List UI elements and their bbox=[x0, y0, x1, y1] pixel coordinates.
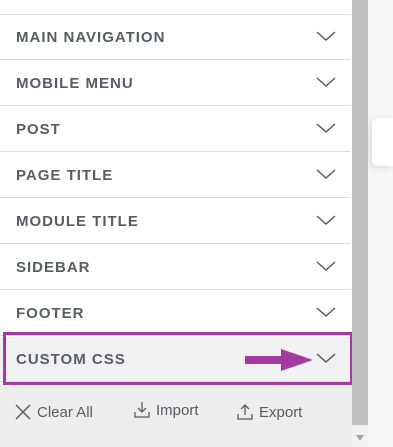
scrollbar-thumb[interactable] bbox=[352, 0, 368, 425]
chevron-down-icon bbox=[316, 215, 336, 226]
section-module-title[interactable]: MODULE TITLE bbox=[0, 199, 350, 244]
preview-card bbox=[372, 118, 393, 166]
clear-all-button[interactable]: Clear All bbox=[14, 403, 93, 421]
section-post[interactable]: POST bbox=[0, 107, 350, 152]
section-page-title[interactable]: PAGE TITLE bbox=[0, 153, 350, 198]
section-label: FOOTER bbox=[16, 305, 85, 322]
export-label: Export bbox=[259, 403, 303, 421]
chevron-down-icon bbox=[316, 31, 336, 42]
chevron-down-icon bbox=[316, 261, 336, 272]
chevron-down-icon bbox=[316, 123, 336, 134]
section-label: MOBILE MENU bbox=[16, 75, 134, 92]
section-label: SIDEBAR bbox=[16, 259, 91, 276]
export-button[interactable]: Export bbox=[236, 403, 302, 421]
download-icon bbox=[134, 402, 150, 418]
section-label: POST bbox=[16, 121, 61, 138]
import-button[interactable]: Import bbox=[133, 401, 199, 419]
preview-area bbox=[368, 0, 393, 447]
section-label: MODULE TITLE bbox=[16, 213, 139, 230]
scroll-down-icon[interactable] bbox=[352, 433, 368, 443]
scrollbar[interactable] bbox=[352, 0, 368, 447]
upload-icon bbox=[237, 404, 253, 420]
section-mobile-menu[interactable]: MOBILE MENU bbox=[0, 61, 350, 106]
import-label: Import bbox=[156, 401, 199, 419]
section-label: MAIN NAVIGATION bbox=[16, 29, 166, 46]
arrow-right-icon bbox=[245, 349, 313, 371]
section-footer[interactable]: FOOTER bbox=[0, 291, 350, 336]
footer-bar: Clear All Import Export bbox=[0, 385, 352, 447]
close-icon bbox=[15, 404, 31, 420]
customizer-panel: MAIN NAVIGATION MOBILE MENU POST PAGE TI… bbox=[0, 0, 353, 447]
chevron-down-icon bbox=[316, 169, 336, 180]
clear-all-label: Clear All bbox=[37, 403, 93, 421]
section-sidebar[interactable]: SIDEBAR bbox=[0, 245, 350, 290]
chevron-down-icon bbox=[316, 77, 336, 88]
section-main-navigation[interactable]: MAIN NAVIGATION bbox=[0, 15, 350, 60]
chevron-down-icon bbox=[316, 307, 336, 318]
section-label: PAGE TITLE bbox=[16, 167, 114, 184]
